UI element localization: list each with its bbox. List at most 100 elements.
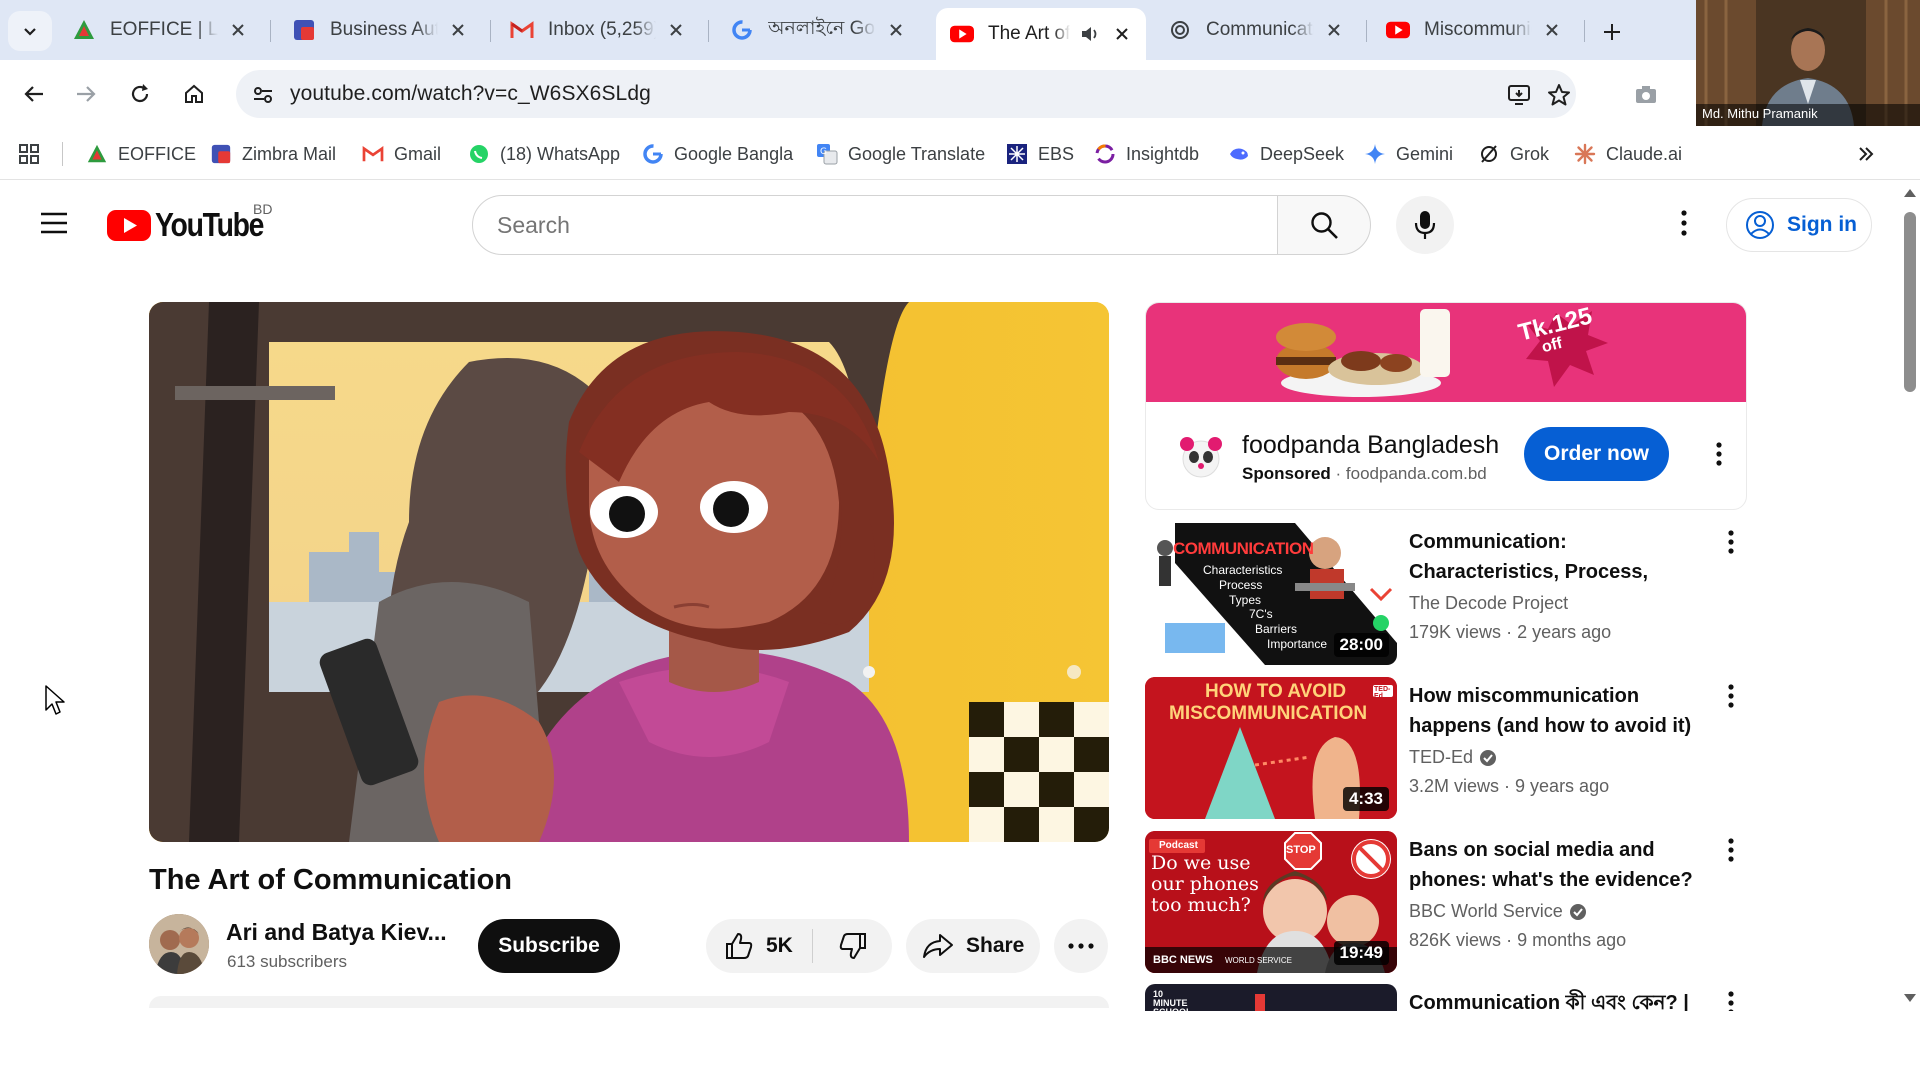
- close-icon[interactable]: [664, 18, 688, 42]
- subscribe-button[interactable]: Subscribe: [478, 919, 620, 973]
- channel-avatar[interactable]: [149, 914, 209, 974]
- video-more-button[interactable]: [1717, 835, 1745, 865]
- bookmark-grok[interactable]: Grok: [1478, 141, 1549, 167]
- guide-menu-button[interactable]: [36, 205, 72, 241]
- channel-name[interactable]: Ari and Batya Kiev...: [226, 919, 447, 946]
- video-title[interactable]: Bans on social media and phones: what's …: [1409, 835, 1709, 895]
- close-icon[interactable]: [1322, 18, 1346, 42]
- recommended-video[interactable]: COMMUNICATION Characteristics Process Ty…: [1145, 523, 1745, 667]
- thumb-headline: Do we use our phones too much?: [1151, 852, 1259, 916]
- bookmark-claude[interactable]: Claude.ai: [1574, 141, 1682, 167]
- tab-search-button[interactable]: [8, 11, 52, 51]
- reload-button[interactable]: [120, 74, 160, 114]
- video-more-button[interactable]: [1717, 527, 1745, 557]
- tab-gmail-inbox[interactable]: Inbox (5,259): [496, 8, 700, 52]
- like-button[interactable]: 5K: [706, 919, 812, 973]
- description-box[interactable]: [149, 996, 1109, 1008]
- thumb-headline: COMMUNICATION: [1173, 539, 1314, 558]
- forward-button[interactable]: [66, 74, 106, 114]
- address-bar[interactable]: youtube.com/watch?v=c_W6SX6SLdg: [236, 70, 1576, 118]
- grid-icon: [19, 144, 39, 164]
- close-icon[interactable]: [226, 18, 250, 42]
- tab-eoffice[interactable]: EOFFICE | Log: [58, 8, 262, 52]
- share-button[interactable]: Share: [906, 919, 1040, 973]
- channel-name[interactable]: BBC World Service: [1409, 901, 1587, 922]
- close-icon[interactable]: [884, 18, 908, 42]
- dislike-button[interactable]: [813, 919, 892, 973]
- star-icon[interactable]: [1546, 82, 1572, 108]
- bookmark-google-bangla[interactable]: Google Bangla: [642, 141, 793, 167]
- claude-icon: [1574, 143, 1596, 165]
- ad-domain: foodpanda.com.bd: [1345, 464, 1487, 483]
- voice-search-button[interactable]: [1396, 196, 1454, 254]
- bookmark-zimbra-mail[interactable]: Zimbra Mail: [210, 141, 336, 167]
- sign-in-label: Sign in: [1787, 213, 1857, 236]
- horizontal-dots-icon: [1068, 943, 1094, 949]
- tab-title: Communicati: [1206, 19, 1314, 40]
- home-button[interactable]: [174, 74, 214, 114]
- tab-miscommunication[interactable]: Miscommunic: [1372, 8, 1576, 52]
- google-icon: [730, 18, 754, 42]
- settings-menu-button[interactable]: [1670, 205, 1698, 241]
- advertiser-name[interactable]: foodpanda Bangladesh: [1242, 431, 1499, 460]
- channel-name[interactable]: TED-Ed: [1409, 747, 1497, 768]
- youtube-icon: [1386, 18, 1410, 42]
- video-player[interactable]: [149, 302, 1109, 842]
- video-title[interactable]: Communication কী এবং কেন? |: [1409, 988, 1709, 1011]
- channel-name[interactable]: The Decode Project: [1409, 593, 1568, 614]
- country-code: BD: [253, 201, 273, 217]
- bookmark-gmail[interactable]: Gmail: [362, 141, 441, 167]
- speaker-icon[interactable]: [1078, 22, 1102, 46]
- recommended-video[interactable]: Podcast Do we use our phones too much? S…: [1145, 831, 1745, 975]
- bookmark-google-translate[interactable]: G Google Translate: [816, 141, 985, 167]
- tab-chatgpt-communication[interactable]: Communicati: [1154, 8, 1358, 52]
- ad-more-button[interactable]: [1704, 439, 1734, 469]
- thumb-headline: HOW TO AVOID: [1205, 681, 1347, 702]
- site-settings-icon[interactable]: [250, 82, 276, 108]
- recommended-video[interactable]: HOW TO AVOID MISCOMMUNICATION TED-Ed 4:3…: [1145, 677, 1745, 821]
- tab-google-bangla[interactable]: অনলাইনে Go: [716, 8, 920, 52]
- install-app-icon[interactable]: [1506, 82, 1532, 108]
- scroll-up-arrow-icon[interactable]: [1903, 188, 1917, 198]
- grok-icon: [1478, 143, 1500, 165]
- camera-button[interactable]: [1626, 74, 1666, 114]
- bookmark-deepseek[interactable]: DeepSeek: [1228, 141, 1344, 167]
- video-thumbnail[interactable]: COMMUNICATION Characteristics Process Ty…: [1145, 523, 1397, 665]
- sponsored-ad-card[interactable]: Tk.125 off foodpanda Bangladesh Sponsore…: [1145, 302, 1747, 510]
- more-actions-button[interactable]: [1054, 919, 1108, 973]
- new-tab-button[interactable]: [1592, 12, 1632, 52]
- video-title[interactable]: Communication: Characteristics, Process,…: [1409, 527, 1709, 587]
- video-more-button[interactable]: [1717, 988, 1745, 1011]
- ad-banner[interactable]: Tk.125 off: [1146, 303, 1746, 402]
- bookmark-eoffice[interactable]: EOFFICE: [86, 141, 196, 167]
- scroll-down-arrow-icon[interactable]: [1903, 993, 1917, 1003]
- tab-business-auto[interactable]: Business Auto: [278, 8, 482, 52]
- video-thumbnail[interactable]: Podcast Do we use our phones too much? S…: [1145, 831, 1397, 973]
- close-icon[interactable]: [1540, 18, 1564, 42]
- tab-title: EOFFICE | Log: [110, 19, 218, 40]
- bookmarks-overflow-button[interactable]: [1856, 141, 1876, 167]
- tab-the-art-of-communication[interactable]: The Art of: [936, 8, 1146, 60]
- apps-grid-button[interactable]: [18, 141, 40, 167]
- bookmark-gemini[interactable]: Gemini: [1364, 141, 1453, 167]
- back-button[interactable]: [14, 74, 54, 114]
- recommended-video[interactable]: 10 MINUTE SCHOOL Communication কী এবং কে…: [1145, 984, 1745, 1011]
- bookmark-insightdb[interactable]: Insightdb: [1094, 141, 1199, 167]
- order-now-button[interactable]: Order now: [1524, 427, 1669, 481]
- video-more-button[interactable]: [1717, 681, 1745, 711]
- sign-in-button[interactable]: Sign in: [1726, 198, 1872, 252]
- bookmark-ebs[interactable]: EBS: [1006, 141, 1074, 167]
- search-input[interactable]: Search: [472, 195, 1278, 255]
- search-button[interactable]: [1277, 195, 1371, 255]
- bookmark-whatsapp[interactable]: (18) WhatsApp: [468, 141, 620, 167]
- scrollbar-thumb[interactable]: [1904, 212, 1916, 392]
- close-icon[interactable]: [446, 18, 470, 42]
- google-icon: [642, 143, 664, 165]
- video-title[interactable]: How miscommunication happens (and how to…: [1409, 681, 1709, 741]
- video-thumbnail[interactable]: 10 MINUTE SCHOOL: [1145, 984, 1397, 1011]
- zimbra-icon: [210, 143, 232, 165]
- close-icon[interactable]: [1110, 22, 1134, 46]
- ted-ed-badge: TED-Ed: [1374, 686, 1391, 700]
- video-thumbnail[interactable]: HOW TO AVOID MISCOMMUNICATION TED-Ed 4:3…: [1145, 677, 1397, 819]
- account-circle-icon: [1746, 211, 1774, 239]
